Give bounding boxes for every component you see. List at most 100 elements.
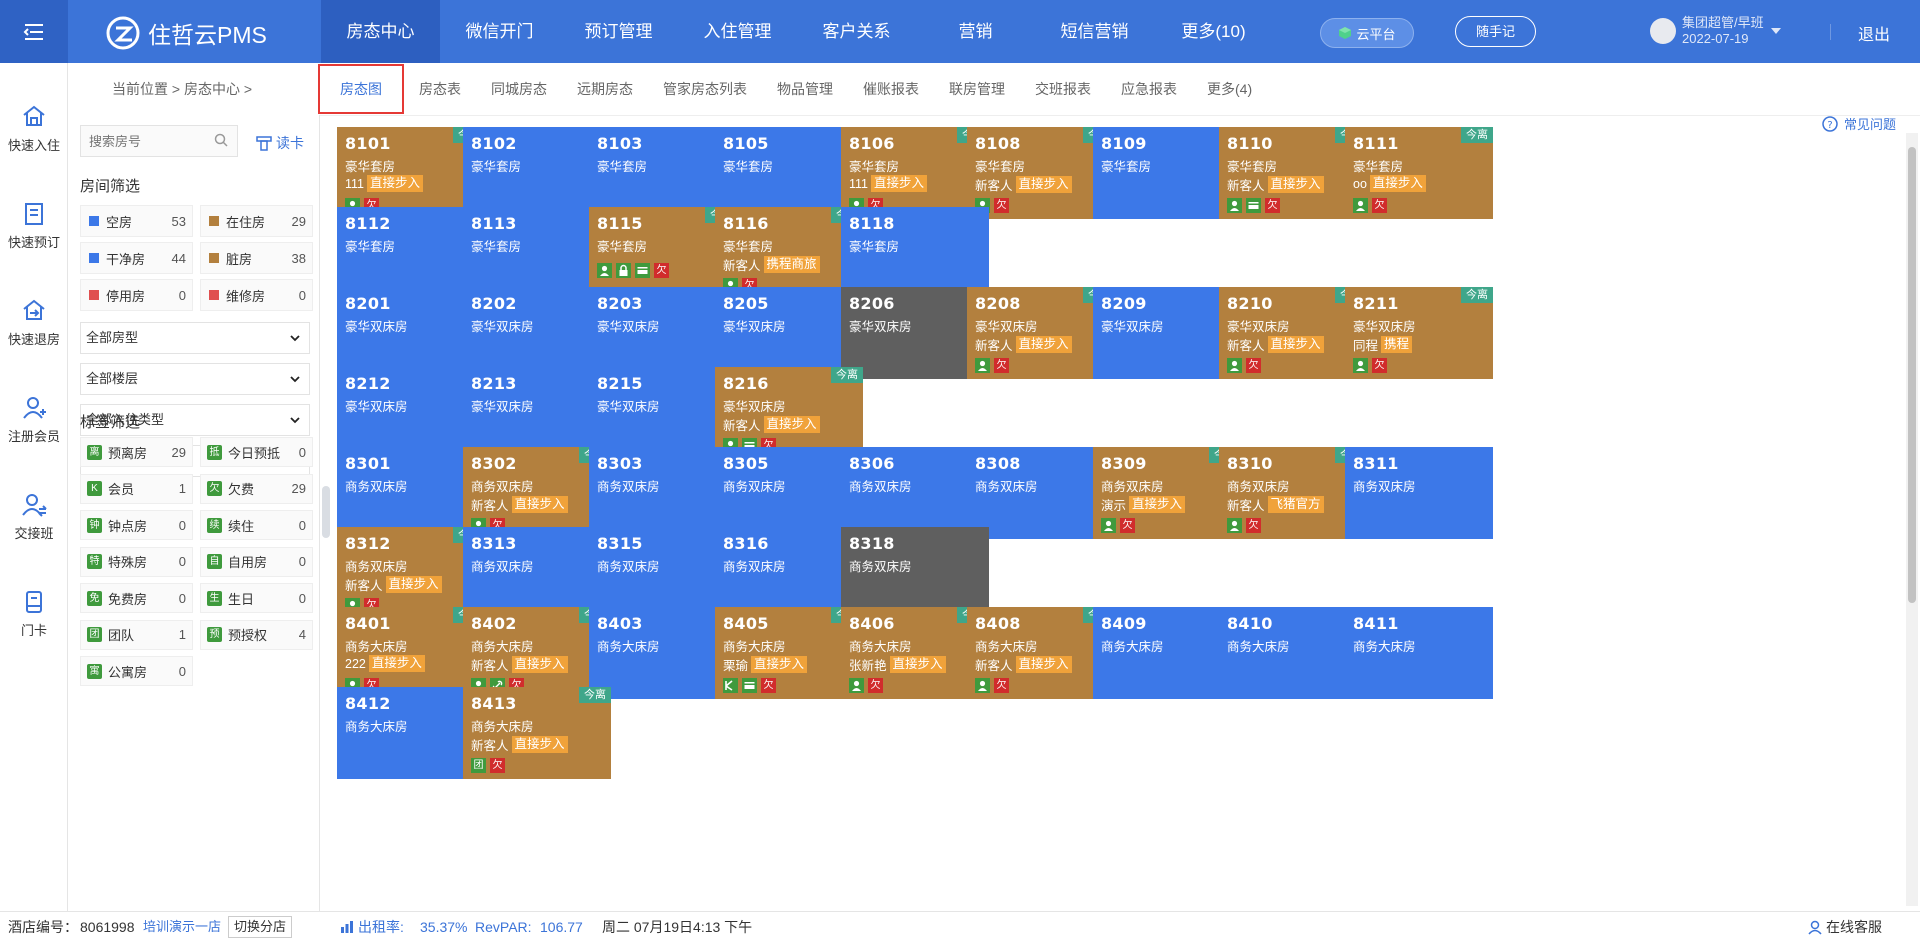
tab-item[interactable]: 房态图 <box>318 64 404 114</box>
tag-filter-item[interactable]: 寓公寓房 0 <box>80 656 193 686</box>
room-filter-item[interactable]: 干净房 44 <box>80 242 193 274</box>
nav-item[interactable]: 短信营销 <box>1035 0 1154 63</box>
room-number: 8411 <box>1353 614 1399 633</box>
tag-filter-item[interactable]: 续续住 0 <box>200 510 313 540</box>
filter-label: 生日 <box>228 591 255 607</box>
tab-item[interactable]: 应急报表 <box>1106 63 1192 115</box>
guest-name: 栗瑜 <box>723 659 749 673</box>
nav-item[interactable]: 房态中心 <box>321 0 440 63</box>
room-type: 商务双床房 <box>471 480 534 494</box>
tab-item[interactable]: 更多(4) <box>1192 63 1267 115</box>
read-card-button[interactable]: 读卡 <box>256 133 304 153</box>
online-service-link[interactable]: 在线客服 <box>1826 912 1882 942</box>
room-card[interactable]: 8318 商务双床房 <box>841 527 989 619</box>
tab-item[interactable]: 物品管理 <box>762 63 848 115</box>
room-number: 8305 <box>723 454 769 473</box>
sidebar-item[interactable]: 门卡 <box>0 588 68 639</box>
tab-item[interactable]: 房态表 <box>404 63 476 115</box>
tab-item[interactable]: 同城房态 <box>476 63 562 115</box>
panel-collapse-handle[interactable] <box>322 486 330 538</box>
room-type: 豪华双床房 <box>597 400 660 414</box>
room-number: 8412 <box>345 694 391 713</box>
room-type: 商务双床房 <box>1101 480 1164 494</box>
tag-filter-item[interactable]: 钟钟点房 0 <box>80 510 193 540</box>
tab-item[interactable]: 催账报表 <box>848 63 934 115</box>
guest-line: 新客人 直接步入 <box>1227 335 1324 354</box>
tag-icon: 免 <box>87 590 102 606</box>
sidebar-item[interactable]: 快速入住 <box>0 103 68 154</box>
booking-source: 直接步入 <box>751 656 808 673</box>
room-type: 商务大床房 <box>471 720 534 734</box>
tag-icon: 预 <box>207 627 222 642</box>
memo-button[interactable]: 随手记 <box>1455 16 1536 47</box>
app-logo[interactable]: 住哲云PMS <box>106 16 267 50</box>
user-menu[interactable]: 集团超管/早班 2022-07-19 <box>1650 15 1782 47</box>
status-swatch <box>89 290 99 300</box>
room-card[interactable]: 8413 商务大床房 今离 新客人 直接步入团欠 <box>463 687 611 779</box>
sidebar-item[interactable]: 快速预订 <box>0 200 68 251</box>
guest-line: 新客人 直接步入 <box>723 415 820 434</box>
scrollbar-thumb[interactable] <box>1908 147 1916 603</box>
tab-item[interactable]: 远期房态 <box>562 63 648 115</box>
card-icon <box>1246 198 1261 213</box>
search-icon[interactable] <box>214 133 228 147</box>
nav-item[interactable]: 客户关系 <box>797 0 916 63</box>
room-card[interactable]: 8211 豪华双床房 今离 同程 携程欠 <box>1345 287 1493 379</box>
nav-item[interactable]: 微信开门 <box>440 0 559 63</box>
breadcrumb-item[interactable]: 房态中心 <box>184 81 240 97</box>
room-type: 豪华套房 <box>849 160 900 174</box>
filter-select[interactable]: 全部楼层 <box>80 363 310 395</box>
room-card[interactable]: 8411 商务大床房 <box>1345 607 1493 699</box>
tab-item[interactable]: 联房管理 <box>934 63 1020 115</box>
room-filter-item[interactable]: 脏房 38 <box>200 242 313 274</box>
switch-hotel-button[interactable]: 切换分店 <box>228 916 293 938</box>
faq-link[interactable]: ? 常见问题 <box>1822 114 1896 133</box>
cloud-platform-button[interactable]: 云平台 <box>1320 18 1414 48</box>
tag-filter-title: 标签筛选 <box>80 414 141 431</box>
tab-item[interactable]: 管家房态列表 <box>648 63 762 115</box>
tag-filter-item[interactable]: 特特殊房 0 <box>80 546 193 577</box>
tag-filter-item[interactable]: 自自用房 0 <box>200 546 313 577</box>
top-bar: 住哲云PMS 房态中心 微信开门 预订管理 入住管理 客户关系 营销 短信营销 更多(10) … <box>0 0 1920 63</box>
tag-filter-item[interactable]: 生生日 0 <box>200 583 313 613</box>
tag-filter-item[interactable]: K 会员 1 <box>80 473 193 504</box>
nav-item[interactable]: 入住管理 <box>678 0 797 63</box>
room-icons: 欠 <box>1101 518 1135 533</box>
room-filter-item[interactable]: 在住房 29 <box>200 205 313 237</box>
room-card[interactable]: 8311 商务双床房 <box>1345 447 1493 539</box>
room-filter-item[interactable]: 停用房 0 <box>80 279 193 311</box>
room-card[interactable]: 8111 豪华套房 今离 oo 直接步入欠 <box>1345 127 1493 219</box>
logout-button[interactable]: 退出 <box>1858 21 1890 45</box>
vertical-scrollbar[interactable] <box>1906 133 1918 906</box>
tab-item[interactable]: 交班报表 <box>1020 63 1106 115</box>
room-type: 豪华套房 <box>471 160 522 174</box>
filter-label: 空房 <box>106 214 133 230</box>
sidebar-item[interactable]: 交接班 <box>0 491 68 542</box>
chevron-down-icon <box>1770 28 1781 34</box>
nav-item[interactable]: 预订管理 <box>559 0 678 63</box>
hotel-name-link[interactable]: 培训演示一店 <box>143 912 221 942</box>
room-type: 商务双床房 <box>597 480 660 494</box>
tag-filter-item[interactable]: 抵今日预抵 0 <box>200 437 313 467</box>
tag-filter-item[interactable]: 免免费房 0 <box>80 583 193 613</box>
bar-chart-icon <box>341 921 353 933</box>
room-card[interactable]: 8216 豪华双床房 今离 新客人 直接步入欠 <box>715 367 863 459</box>
tag-filter-item[interactable]: 离预离房 29 <box>80 437 193 467</box>
room-filter-item[interactable]: 空房 53 <box>80 205 193 237</box>
room-filter-item[interactable]: 维修房 0 <box>200 279 313 311</box>
member-icon <box>723 678 738 693</box>
room-number: 8405 <box>723 614 769 633</box>
card-icon <box>26 591 42 613</box>
tag-filter-item[interactable]: 团团队 1 <box>80 619 193 650</box>
filter-select[interactable]: 全部房型 <box>80 322 310 354</box>
tag-icon: 续 <box>207 517 222 533</box>
tag-filter-item[interactable]: 欠欠费 29 <box>200 473 313 504</box>
tag-filter-item[interactable]: 预预授权 4 <box>200 619 313 650</box>
nav-item[interactable]: 更多(10) <box>1154 0 1273 63</box>
sidebar-item[interactable]: 注册会员 <box>0 394 68 445</box>
room-card[interactable]: 8118 豪华套房 <box>841 207 989 299</box>
menu-toggle[interactable] <box>0 0 68 63</box>
sidebar-item[interactable]: 快速退房 <box>0 297 68 348</box>
nav-item[interactable]: 营销 <box>916 0 1035 63</box>
guest-line: 111 直接步入 <box>849 175 928 192</box>
